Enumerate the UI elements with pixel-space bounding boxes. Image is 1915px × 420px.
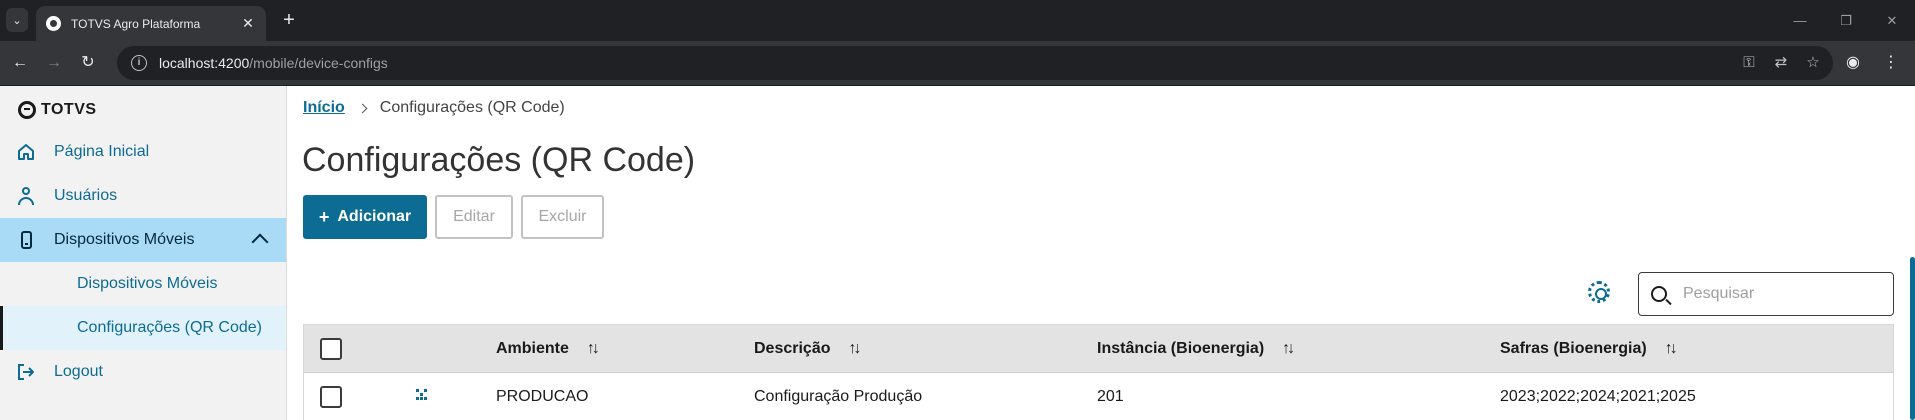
logout-icon (14, 363, 38, 381)
sidebar-subitem-mobile-devices[interactable]: Dispositivos Móveis (0, 262, 286, 306)
password-key-icon[interactable]: ⚿ (1739, 53, 1759, 73)
search-field[interactable] (1638, 272, 1894, 316)
new-tab-button[interactable]: + (278, 9, 300, 31)
browser-tab-bar: ⌄ TOTVS Agro Plataforma ✕ + — ❐ ✕ (0, 0, 1915, 41)
row-checkbox[interactable] (320, 386, 342, 408)
profile-icon[interactable]: ◉ (1841, 51, 1865, 75)
sidebar-item-users[interactable]: Usuários (0, 174, 286, 218)
totvs-logo: TOTVS (18, 101, 97, 119)
forward-button[interactable]: → (42, 51, 66, 75)
cell-descricao: Configuração Produção (754, 388, 923, 405)
totvs-logo-icon (18, 101, 36, 119)
url-text: localhost:4200/mobile/device-configs (159, 55, 388, 71)
cell-instancia: 201 (1097, 388, 1124, 405)
add-button[interactable]: + Adicionar (303, 195, 427, 239)
sidebar-subitem-qr-configs[interactable]: Configurações (QR Code) (0, 306, 286, 350)
bookmark-star-icon[interactable]: ☆ (1803, 53, 1823, 73)
column-header-safras[interactable]: Safras (Bioenergia) ↑↓ (1500, 340, 1678, 358)
column-header-label: Safras (Bioenergia) (1500, 340, 1647, 357)
back-button[interactable]: ← (8, 51, 32, 75)
sidebar-item-logout[interactable]: Logout (0, 350, 286, 394)
gear-icon[interactable] (1588, 281, 1610, 303)
column-header-label: Ambiente (496, 340, 569, 357)
configs-table: Ambiente ↑↓ Descrição ↑↓ Instância (Bioe… (303, 324, 1894, 420)
restore-button[interactable]: ❐ (1823, 0, 1869, 41)
column-header-ambiente[interactable]: Ambiente ↑↓ (496, 340, 600, 358)
logo-text: TOTVS (41, 101, 97, 118)
translate-icon[interactable]: ⇄ (1771, 53, 1791, 73)
column-header-label: Descrição (754, 340, 831, 357)
column-header-label: Instância (Bioenergia) (1097, 340, 1265, 357)
add-button-label: Adicionar (337, 208, 412, 225)
close-tab-icon[interactable]: ✕ (240, 15, 256, 32)
close-window-button[interactable]: ✕ (1869, 0, 1915, 41)
sidebar-item-mobile-devices[interactable]: Dispositivos Móveis (0, 218, 286, 262)
sidebar-item-label: Dispositivos Móveis (54, 231, 195, 248)
plus-icon: + (318, 206, 330, 227)
tab-search-button[interactable]: ⌄ (6, 8, 28, 32)
sort-icon[interactable]: ↑↓ (849, 340, 862, 358)
browser-menu-icon[interactable]: ⋮ (1879, 51, 1903, 75)
minimize-button[interactable]: — (1777, 0, 1823, 41)
favicon-icon (46, 16, 61, 31)
chevron-right-icon (357, 103, 368, 113)
search-input[interactable] (1683, 285, 1863, 303)
breadcrumb: Início Configurações (QR Code) (303, 99, 565, 117)
sidebar-item-label: Logout (54, 363, 103, 380)
edit-button[interactable]: Editar (435, 195, 513, 239)
table-header: Ambiente ↑↓ Descrição ↑↓ Instância (Bioe… (304, 325, 1893, 373)
search-icon (1651, 286, 1667, 302)
home-icon (14, 143, 38, 161)
address-bar[interactable]: i localhost:4200/mobile/device-configs ⚿… (117, 46, 1833, 80)
chevron-up-icon[interactable] (251, 233, 269, 251)
table-row[interactable]: PRODUCAO Configuração Produção 201 2023;… (304, 373, 1893, 420)
breadcrumb-home-link[interactable]: Início (303, 99, 345, 117)
browser-toolbar: ← → ↻ i localhost:4200/mobile/device-con… (0, 41, 1915, 86)
reload-button[interactable]: ↻ (76, 51, 100, 75)
page-title: Configurações (QR Code) (302, 141, 696, 179)
browser-tab[interactable]: TOTVS Agro Plataforma ✕ (36, 6, 266, 41)
page-scrollbar[interactable] (1910, 257, 1915, 420)
url-host: localhost:4200 (159, 55, 250, 71)
sidebar: TOTVS Página Inicial Usuários Dispositiv… (0, 86, 287, 420)
tab-title: TOTVS Agro Plataforma (71, 16, 201, 31)
sidebar-item-label: Página Inicial (54, 143, 150, 160)
sort-icon[interactable]: ↑↓ (1665, 340, 1678, 358)
column-header-instancia[interactable]: Instância (Bioenergia) ↑↓ (1097, 340, 1295, 358)
qr-code-icon[interactable] (415, 388, 427, 400)
user-icon (14, 187, 38, 205)
url-path: /mobile/device-configs (249, 55, 388, 71)
sidebar-item-home[interactable]: Página Inicial (0, 130, 286, 174)
delete-button[interactable]: Excluir (521, 195, 604, 239)
site-info-icon[interactable]: i (131, 55, 147, 71)
select-all-checkbox[interactable] (320, 338, 342, 360)
cell-safras: 2023;2022;2024;2021;2025 (1500, 388, 1696, 405)
sidebar-item-label: Usuários (54, 187, 118, 204)
column-header-descricao[interactable]: Descrição ↑↓ (754, 340, 862, 358)
breadcrumb-current: Configurações (QR Code) (379, 99, 565, 116)
mobile-device-icon (14, 231, 38, 249)
window-controls: — ❐ ✕ (1777, 0, 1915, 41)
sort-icon[interactable]: ↑↓ (587, 340, 600, 358)
cell-ambiente: PRODUCAO (496, 388, 589, 405)
sort-icon[interactable]: ↑↓ (1282, 340, 1295, 358)
